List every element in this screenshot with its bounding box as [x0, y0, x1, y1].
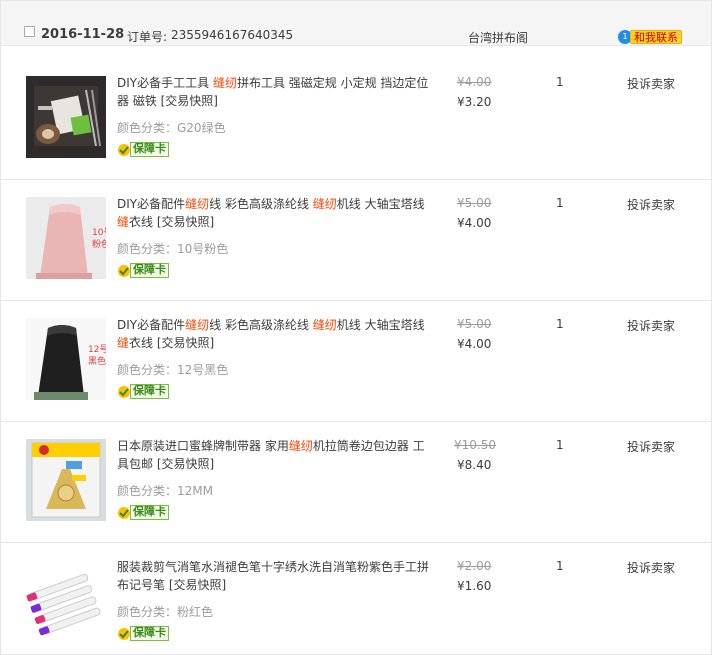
- title-highlight: 缝: [117, 215, 130, 229]
- actual-price: ¥4.00: [457, 337, 492, 351]
- title-highlight: 缝纫: [212, 76, 237, 90]
- title-text: 机线 大轴宝塔线: [336, 197, 425, 211]
- order-item-row: 10号粉色 DIY必备配件缝纫线 彩色高级涤纶线 缝纫机线 大轴宝塔线 缝衣线 …: [1, 180, 711, 301]
- product-variant: 颜色分类：G20绿色: [117, 121, 226, 135]
- title-highlight: 缝: [117, 336, 130, 350]
- original-price: ¥10.50: [454, 438, 496, 452]
- order-item-row: 服装裁剪气消笔水消褪色笔十字绣水洗自消笔粉紫色手工拼布记号笔 [交易快照] 颜色…: [1, 543, 711, 655]
- order-item-row: 12号黑色 DIY必备配件缝纫线 彩色高级涤纶线 缝纫机线 大轴宝塔线 缝衣线 …: [1, 301, 711, 422]
- product-thumbnail[interactable]: [26, 76, 106, 158]
- title-text: 服装裁剪气消笔水消褪色笔十字绣水洗自消笔粉紫色手工拼布记号笔 [交易快照]: [117, 560, 430, 592]
- complain-seller-link[interactable]: 投诉卖家: [627, 75, 675, 92]
- product-variant: 颜色分类：10号粉色: [117, 242, 229, 256]
- title-text: DIY必备手工工具: [117, 76, 213, 90]
- order-item-row: 日本原装进口蜜蜂牌制带器 家用缝纫机拉筒卷边包边器 工具包邮 [交易快照] 颜色…: [1, 422, 711, 543]
- product-title-link[interactable]: DIY必备配件缝纫线 彩色高级涤纶线 缝纫机线 大轴宝塔线 缝衣线 [交易快照]: [117, 195, 429, 231]
- product-variant: 颜色分类：12号黑色: [117, 363, 229, 377]
- quantity: 1: [556, 196, 564, 210]
- guarantee-label: 保障卡: [130, 384, 169, 399]
- guarantee-icon: [118, 264, 130, 277]
- quantity: 1: [556, 559, 564, 573]
- title-text: 线 彩色高级涤纶线: [209, 318, 313, 332]
- guarantee-icon: [118, 385, 130, 398]
- order-number-label: 订单号:: [127, 30, 168, 44]
- product-title-link[interactable]: 日本原装进口蜜蜂牌制带器 家用缝纫机拉筒卷边包边器 工具包邮 [交易快照]: [117, 437, 429, 473]
- quantity: 1: [556, 317, 564, 331]
- shop-name-link[interactable]: 台湾拼布阁: [468, 29, 528, 46]
- guarantee-icon: [118, 506, 130, 519]
- title-highlight: 缝纫: [312, 197, 337, 211]
- actual-price: ¥3.20: [457, 95, 492, 109]
- product-variant: 颜色分类：12MM: [117, 484, 213, 498]
- product-thumbnail[interactable]: 12号黑色: [26, 318, 106, 400]
- original-price: ¥5.00: [457, 196, 492, 210]
- guarantee-card-badge[interactable]: 保障卡: [117, 626, 171, 641]
- title-text: 机线 大轴宝塔线: [336, 318, 425, 332]
- original-price: ¥5.00: [457, 317, 492, 331]
- product-variant: 颜色分类：粉红色: [117, 605, 214, 619]
- title-text: 衣线 [交易快照]: [129, 336, 215, 350]
- guarantee-label: 保障卡: [130, 626, 169, 641]
- contact-seller-button[interactable]: 1 和我联系: [618, 30, 682, 44]
- title-text: DIY必备配件: [117, 197, 186, 211]
- product-thumbnail[interactable]: 10号粉色: [26, 197, 106, 279]
- complain-seller-link[interactable]: 投诉卖家: [627, 438, 675, 455]
- guarantee-icon: [118, 143, 130, 156]
- order-header: 2016-11-28 订单号: 2355946167640345 台湾拼布阁 1…: [1, 1, 711, 46]
- title-text: 衣线 [交易快照]: [129, 215, 215, 229]
- title-text: 线 彩色高级涤纶线: [209, 197, 313, 211]
- product-title-link[interactable]: DIY必备配件缝纫线 彩色高级涤纶线 缝纫机线 大轴宝塔线 缝衣线 [交易快照]: [117, 316, 429, 352]
- title-highlight: 缝纫: [185, 197, 210, 211]
- title-highlight: 缝纫: [312, 318, 337, 332]
- guarantee-label: 保障卡: [130, 263, 169, 278]
- guarantee-icon: [118, 627, 130, 640]
- guarantee-label: 保障卡: [130, 142, 169, 157]
- title-highlight: 缝纫: [288, 439, 313, 453]
- guarantee-card-badge[interactable]: 保障卡: [117, 142, 171, 157]
- product-thumbnail[interactable]: [26, 439, 106, 521]
- product-thumbnail[interactable]: [26, 560, 106, 642]
- order-checkbox[interactable]: [24, 26, 35, 37]
- title-text: DIY必备配件: [117, 318, 186, 332]
- quantity: 1: [556, 438, 564, 452]
- contact-seller-label: 和我联系: [630, 30, 682, 44]
- order-date: 2016-11-28: [41, 27, 125, 42]
- order-item-row: DIY必备手工工具 缝纫拼布工具 强磁定规 小定规 挡边定位器 磁铁 [交易快照…: [1, 59, 711, 180]
- guarantee-card-badge[interactable]: 保障卡: [117, 505, 171, 520]
- complain-seller-link[interactable]: 投诉卖家: [627, 196, 675, 213]
- complain-seller-link[interactable]: 投诉卖家: [627, 559, 675, 576]
- actual-price: ¥4.00: [457, 216, 492, 230]
- complain-seller-link[interactable]: 投诉卖家: [627, 317, 675, 334]
- original-price: ¥4.00: [457, 75, 492, 89]
- order-card: 2016-11-28 订单号: 2355946167640345 台湾拼布阁 1…: [0, 0, 712, 655]
- order-number: 2355946167640345: [171, 28, 294, 42]
- title-highlight: 缝纫: [185, 318, 210, 332]
- quantity: 1: [556, 75, 564, 89]
- guarantee-label: 保障卡: [130, 505, 169, 520]
- actual-price: ¥8.40: [457, 458, 492, 472]
- actual-price: ¥1.60: [457, 579, 492, 593]
- guarantee-card-badge[interactable]: 保障卡: [117, 263, 171, 278]
- guarantee-card-badge[interactable]: 保障卡: [117, 384, 171, 399]
- title-text: 日本原装进口蜜蜂牌制带器 家用: [117, 439, 289, 453]
- product-title-link[interactable]: 服装裁剪气消笔水消褪色笔十字绣水洗自消笔粉紫色手工拼布记号笔 [交易快照]: [117, 558, 429, 594]
- original-price: ¥2.00: [457, 559, 492, 573]
- product-title-link[interactable]: DIY必备手工工具 缝纫拼布工具 强磁定规 小定规 挡边定位器 磁铁 [交易快照…: [117, 74, 429, 110]
